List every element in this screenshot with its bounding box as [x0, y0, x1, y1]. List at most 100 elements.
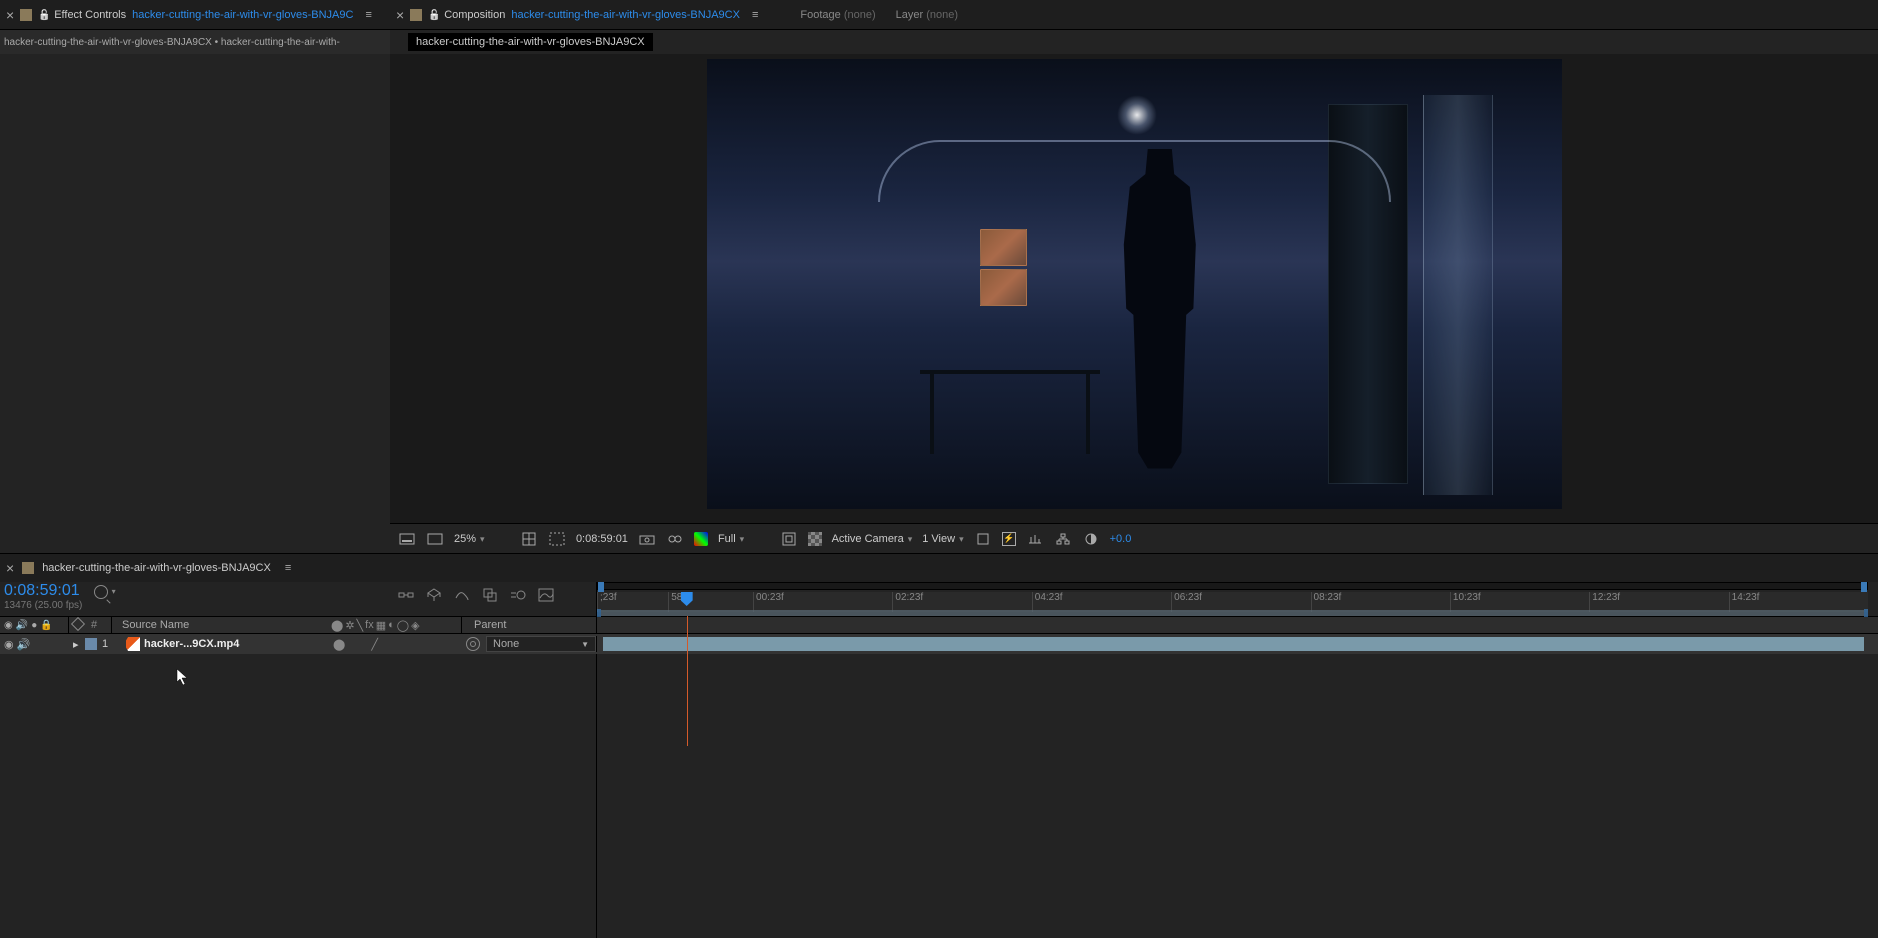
effect-controls-label: Effect Controls — [54, 9, 126, 21]
preview-timecode[interactable]: 0:08:59:01 — [576, 533, 628, 545]
video-column-icon[interactable]: ◉ — [4, 620, 13, 631]
solo-column-icon[interactable]: ● — [31, 620, 37, 631]
time-navigator[interactable] — [597, 582, 1868, 590]
roi-icon[interactable] — [780, 530, 798, 548]
close-icon[interactable]: × — [6, 560, 14, 576]
snapshot-icon[interactable] — [638, 530, 656, 548]
fast-previews-icon[interactable]: ⚡ — [1002, 532, 1016, 546]
layer-tab[interactable]: Layer (none) — [896, 9, 958, 21]
layer-name[interactable]: hacker-...9CX.mp4 — [144, 638, 327, 650]
camera-dropdown[interactable]: Active Camera — [832, 533, 913, 545]
ruler-tick: 04:23f — [1032, 592, 1171, 612]
parent-dropdown[interactable]: None ▼ — [486, 636, 596, 652]
parent-column-header[interactable]: Parent — [466, 619, 596, 631]
layer-index: 1 — [97, 638, 113, 650]
close-icon[interactable]: × — [6, 7, 14, 23]
navigator-start-handle[interactable] — [598, 582, 604, 592]
timeline-panel: × hacker-cutting-the-air-with-vr-gloves-… — [0, 554, 1878, 938]
panel-menu-icon[interactable]: ≡ — [359, 9, 377, 21]
timeline-column-headers: ◉ 🔊 ● 🔒 # Source Name ⬤ ✲ ╲ fx ▦ ◐ ◯ ◈ P… — [0, 616, 1878, 634]
audio-column-icon[interactable]: 🔊 — [16, 620, 28, 631]
toggle-mask-icon[interactable] — [548, 530, 566, 548]
time-ruler[interactable]: ;23f 58: 00:23f 02:23f 04:23f 06:23f 08:… — [597, 592, 1868, 612]
graph-editor-icon[interactable] — [537, 586, 555, 604]
navigator-end-handle[interactable] — [1861, 582, 1867, 592]
3d-switch-icon: ◈ — [411, 619, 419, 632]
panel-color-swatch — [22, 562, 34, 574]
footage-tab-none: (none) — [844, 9, 876, 21]
viewer-controls-bar: 25% 0:08:59:01 Full Active Camera 1 View… — [390, 523, 1878, 553]
shy-icon[interactable] — [453, 586, 471, 604]
composition-name-link[interactable]: hacker-cutting-the-air-with-vr-gloves-BN… — [511, 9, 740, 21]
timeline-body[interactable] — [0, 654, 1878, 938]
ruler-tick: ;23f — [597, 592, 668, 612]
magnification-grid-icon[interactable] — [426, 530, 444, 548]
footage-tab[interactable]: Footage (none) — [800, 9, 875, 21]
unlock-icon[interactable] — [38, 9, 48, 21]
source-name-column-header[interactable]: Source Name — [116, 619, 327, 631]
resolution-grid-icon[interactable] — [520, 530, 538, 548]
lock-column-icon[interactable]: 🔒 — [40, 620, 52, 631]
shy-switch[interactable]: ⬤ — [333, 638, 345, 651]
close-icon[interactable]: × — [396, 7, 404, 23]
expand-layer-icon[interactable]: ▸ — [73, 638, 85, 651]
frameblend-switch-icon: ▦ — [376, 619, 386, 632]
ruler-tick: 00:23f — [753, 592, 892, 612]
quality-switch[interactable]: ╱ — [371, 638, 378, 651]
timeline-comp-name[interactable]: hacker-cutting-the-air-with-vr-gloves-BN… — [42, 562, 271, 574]
playhead-line — [687, 616, 688, 746]
ruler-tick: 02:23f — [892, 592, 1031, 612]
exposure-value[interactable]: +0.0 — [1110, 533, 1132, 545]
work-area-bar[interactable] — [599, 610, 1866, 616]
transparency-grid-icon[interactable] — [808, 532, 822, 546]
footage-tab-label: Footage — [800, 9, 840, 21]
fx-switch-icon: fx — [365, 619, 374, 631]
zoom-dropdown[interactable]: 25% — [454, 533, 485, 545]
show-snapshot-icon[interactable] — [666, 530, 684, 548]
frame-blend-icon[interactable] — [481, 586, 499, 604]
ruler-tick: 10:23f — [1450, 592, 1589, 612]
ruler-tick: 06:23f — [1171, 592, 1310, 612]
layer-label-color[interactable] — [85, 638, 97, 650]
panel-color-swatch — [410, 9, 422, 21]
shy-switch-icon: ⬤ — [331, 619, 343, 632]
composition-viewer[interactable] — [390, 54, 1878, 523]
timeline-icon[interactable] — [1026, 530, 1044, 548]
draft-3d-icon[interactable] — [425, 586, 443, 604]
audio-toggle-icon[interactable]: 🔊 — [17, 638, 31, 651]
label-column-icon[interactable] — [71, 616, 85, 630]
layer-tab-label: Layer — [896, 9, 924, 21]
comp-flowchart-breadcrumb[interactable]: hacker-cutting-the-air-with-vr-gloves-BN… — [408, 33, 653, 51]
search-icon[interactable] — [94, 585, 108, 599]
effect-controls-layer-link[interactable]: hacker-cutting-the-air-with-vr-gloves-BN… — [132, 9, 353, 21]
current-timecode[interactable]: 0:08:59:01 — [4, 582, 80, 600]
motionblur-switch-icon: ◐ — [388, 619, 395, 631]
reset-exposure-icon[interactable] — [1082, 530, 1100, 548]
adjustment-switch-icon: ◯ — [397, 619, 409, 632]
index-column-header[interactable]: # — [91, 619, 107, 631]
composition-panel: × Composition hacker-cutting-the-air-wit… — [390, 0, 1878, 553]
toggle-pixel-aspect-icon[interactable] — [974, 530, 992, 548]
unlock-icon[interactable] — [428, 9, 438, 21]
motion-blur-icon[interactable] — [509, 586, 527, 604]
flowchart-icon[interactable] — [1054, 530, 1072, 548]
parent-pickwhip-icon[interactable] — [466, 637, 480, 651]
collapse-switch-icon: ✲ — [345, 619, 354, 632]
video-preview — [707, 59, 1562, 509]
chevron-down-icon: ▼ — [581, 640, 589, 649]
switches-column: ⬤ ✲ ╲ fx ▦ ◐ ◯ ◈ — [327, 619, 457, 632]
composition-label: Composition — [444, 9, 505, 21]
video-toggle-icon[interactable]: ◉ — [4, 638, 14, 651]
vlc-file-icon — [126, 637, 140, 651]
layer-duration-bar[interactable] — [603, 637, 1864, 651]
channel-icon[interactable] — [694, 532, 708, 546]
quality-switch-icon: ╲ — [357, 619, 364, 632]
always-preview-icon[interactable] — [398, 530, 416, 548]
panel-menu-icon[interactable]: ≡ — [279, 562, 297, 574]
panel-menu-icon[interactable]: ≡ — [746, 9, 764, 21]
resolution-dropdown[interactable]: Full — [718, 533, 744, 545]
layer-row[interactable]: ◉ 🔊 ▸ 1 hacker-...9CX.mp4 ⬤ ╱ None — [0, 634, 1878, 654]
views-dropdown[interactable]: 1 View — [922, 533, 963, 545]
comp-mini-flowchart-icon[interactable] — [397, 586, 415, 604]
effect-controls-panel: × Effect Controls hacker-cutting-the-air… — [0, 0, 390, 553]
